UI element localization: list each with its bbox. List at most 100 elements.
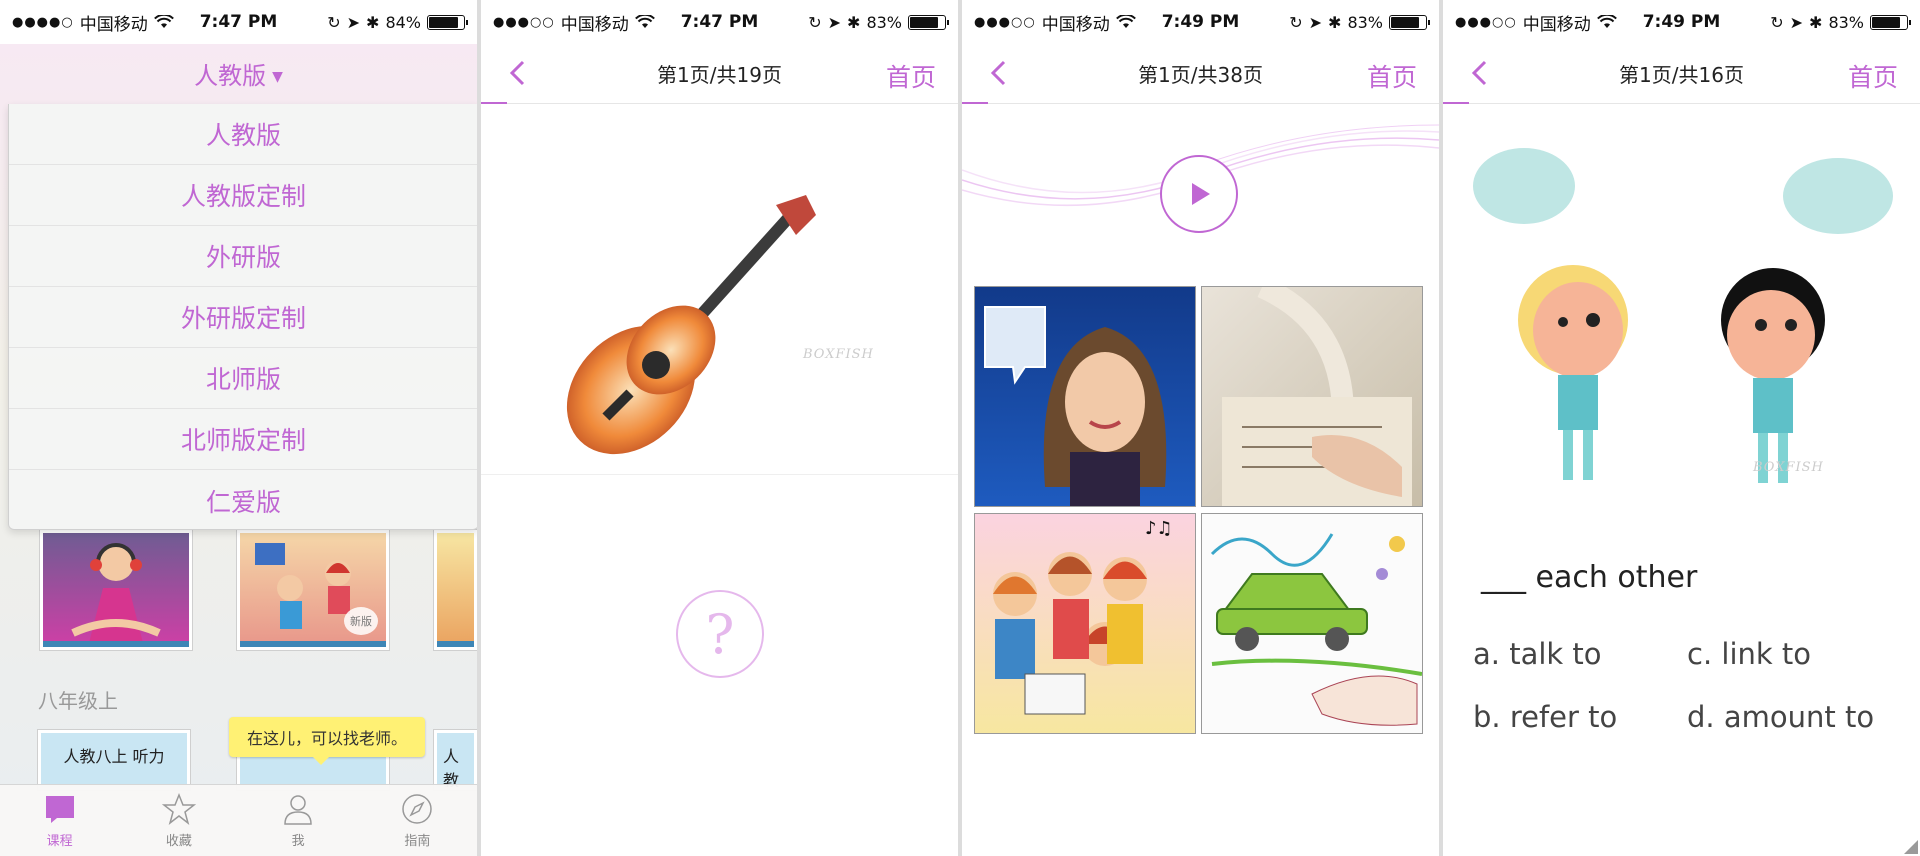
carrier-name: 中国移动	[1041, 14, 1110, 35]
quill-writing-photo	[1222, 287, 1412, 506]
battery-icon	[1870, 14, 1911, 30]
tab-label: 我	[291, 834, 305, 849]
phone-screen-quiz: ●●●○○ 中国移动 7:49 PM ↻ ➤ ✱ 83% 第1页/共16页 首页	[1443, 0, 1920, 856]
location-arrow-icon: ➤	[1789, 12, 1804, 32]
signal-strength-icon: ●●●●○	[12, 14, 74, 30]
page-indicator: 第1页/共19页	[657, 63, 782, 87]
new-edition-badge: 新版	[344, 607, 378, 635]
edition-dropdown-menu: 人教版 人教版定制 外研版 外研版定制 北师版 北师版定制 仁爱版	[8, 104, 477, 530]
back-chevron-icon[interactable]	[984, 58, 1014, 88]
meditating-girl-illustration	[71, 543, 161, 647]
question-mark-icon: ?	[705, 602, 735, 666]
tab-label: 指南	[404, 834, 431, 849]
reveal-answer-button[interactable]: ?	[676, 590, 764, 678]
battery-percent: 83%	[1347, 12, 1383, 32]
choice-image-speaking[interactable]	[974, 286, 1196, 507]
bluetooth-icon: ✱	[1809, 12, 1823, 32]
edition-selector[interactable]: 人教版 ▼	[0, 56, 477, 91]
grade-section-heading: 八年级上	[38, 689, 118, 713]
choice-image-drawing[interactable]	[1201, 513, 1423, 734]
picture-area: BOXFISH	[481, 105, 958, 475]
page-indicator: 第1页/共16页	[1619, 63, 1744, 87]
wifi-icon	[1115, 15, 1136, 28]
compass-icon	[402, 794, 433, 824]
woman-speaking-illustration	[984, 306, 1167, 506]
tab-guide[interactable]: 指南	[358, 785, 477, 856]
dropdown-option[interactable]: 人教版定制	[9, 165, 477, 226]
course-cover[interactable]: 人教	[434, 730, 477, 790]
answer-option-c[interactable]: c. link to	[1687, 637, 1811, 671]
rotation-lock-icon: ↻	[327, 12, 341, 32]
answer-option-a[interactable]: a. talk to	[1473, 637, 1602, 671]
home-button[interactable]: 首页	[1367, 58, 1417, 94]
dropdown-option[interactable]: 外研版定制	[9, 287, 477, 348]
back-chevron-icon[interactable]	[1465, 58, 1495, 88]
status-time: 7:49 PM	[1161, 12, 1240, 32]
teacher-tooltip: 在这儿，可以找老师。	[229, 717, 425, 765]
choice-image-singing[interactable]: ♪♫	[974, 513, 1196, 734]
battery-icon	[908, 14, 949, 30]
carrier-name: 中国移动	[79, 14, 148, 35]
course-icon	[45, 796, 74, 823]
drawing-car-illustration	[1210, 533, 1422, 726]
svg-text:♪♫: ♪♫	[1145, 518, 1173, 539]
watermark: BOXFISH	[803, 347, 874, 362]
course-cover[interactable]	[40, 530, 192, 650]
guitar-illustration	[566, 195, 816, 455]
star-icon	[161, 792, 196, 825]
navigation-bar: 第1页/共19页 首页	[481, 44, 958, 104]
signal-strength-icon: ●●●○○	[974, 14, 1036, 30]
back-chevron-icon[interactable]	[503, 58, 533, 88]
phone-screen-word-guitar: ●●●○○ 中国移动 7:47 PM ↻ ➤ ✱ 83% 第1页/共19页 首页	[481, 0, 958, 856]
answer-option-b[interactable]: b. refer to	[1473, 700, 1617, 734]
battery-percent: 83%	[1828, 12, 1864, 32]
dropdown-option[interactable]: 北师版	[9, 348, 477, 409]
tab-me[interactable]: 我	[239, 785, 358, 856]
person-icon	[284, 795, 312, 825]
bluetooth-icon: ✱	[847, 12, 861, 32]
speech-bubble	[1783, 158, 1893, 234]
home-button[interactable]: 首页	[1848, 58, 1898, 94]
status-bar: ●●●●○ 中国移动 7:47 PM ↻ ➤ ✱ 84%	[0, 0, 477, 44]
play-icon	[1192, 183, 1210, 205]
resize-corner-icon	[1904, 840, 1918, 854]
answer-option-d[interactable]: d. amount to	[1687, 700, 1874, 734]
status-bar: ●●●○○ 中国移动 7:49 PM ↻ ➤ ✱ 83%	[962, 0, 1439, 44]
home-button[interactable]: 首页	[886, 58, 936, 94]
course-cover-listening[interactable]: 人教八上 听力	[38, 730, 190, 790]
page-indicator: 第1页/共38页	[1138, 63, 1263, 87]
watermark: BOXFISH	[1753, 460, 1824, 475]
battery-percent: 84%	[385, 12, 421, 32]
tab-favorites[interactable]: 收藏	[119, 785, 238, 856]
status-time: 7:47 PM	[199, 12, 278, 32]
carrier-name: 中国移动	[560, 14, 629, 35]
status-time: 7:47 PM	[680, 12, 759, 32]
status-time: 7:49 PM	[1642, 12, 1721, 32]
location-arrow-icon: ➤	[1308, 12, 1323, 32]
location-arrow-icon: ➤	[827, 12, 842, 32]
tab-label: 收藏	[165, 834, 192, 849]
tab-label: 课程	[46, 834, 73, 849]
progress-indicator	[962, 102, 988, 104]
course-cover[interactable]: 新版	[237, 530, 389, 650]
tab-course[interactable]: 课程	[0, 785, 119, 856]
dropdown-option[interactable]: 北师版定制	[9, 409, 477, 470]
status-bar: ●●●○○ 中国移动 7:49 PM ↻ ➤ ✱ 83%	[1443, 0, 1920, 44]
signal-strength-icon: ●●●○○	[493, 14, 555, 30]
signal-strength-icon: ●●●○○	[1455, 14, 1517, 30]
course-cover[interactable]	[434, 530, 477, 650]
tab-bar: 课程 收藏 我 指南	[0, 784, 477, 856]
dropdown-option[interactable]: 外研版	[9, 226, 477, 287]
bluetooth-icon: ✱	[1328, 12, 1342, 32]
carrier-name: 中国移动	[1522, 14, 1591, 35]
phone-screen-listen-choose: ●●●○○ 中国移动 7:49 PM ↻ ➤ ✱ 83% 第1页/共38页 首页	[962, 0, 1439, 856]
progress-indicator	[1443, 102, 1469, 104]
dropdown-option[interactable]: 仁爱版	[9, 470, 477, 531]
course-title: 人教八上 听力	[63, 747, 165, 766]
rotation-lock-icon: ↻	[1289, 12, 1303, 32]
play-audio-button[interactable]	[1160, 155, 1238, 233]
dropdown-option[interactable]: 人教版	[9, 104, 477, 165]
choice-image-writing[interactable]	[1201, 286, 1423, 507]
rotation-lock-icon: ↻	[808, 12, 822, 32]
wifi-icon	[634, 15, 655, 28]
